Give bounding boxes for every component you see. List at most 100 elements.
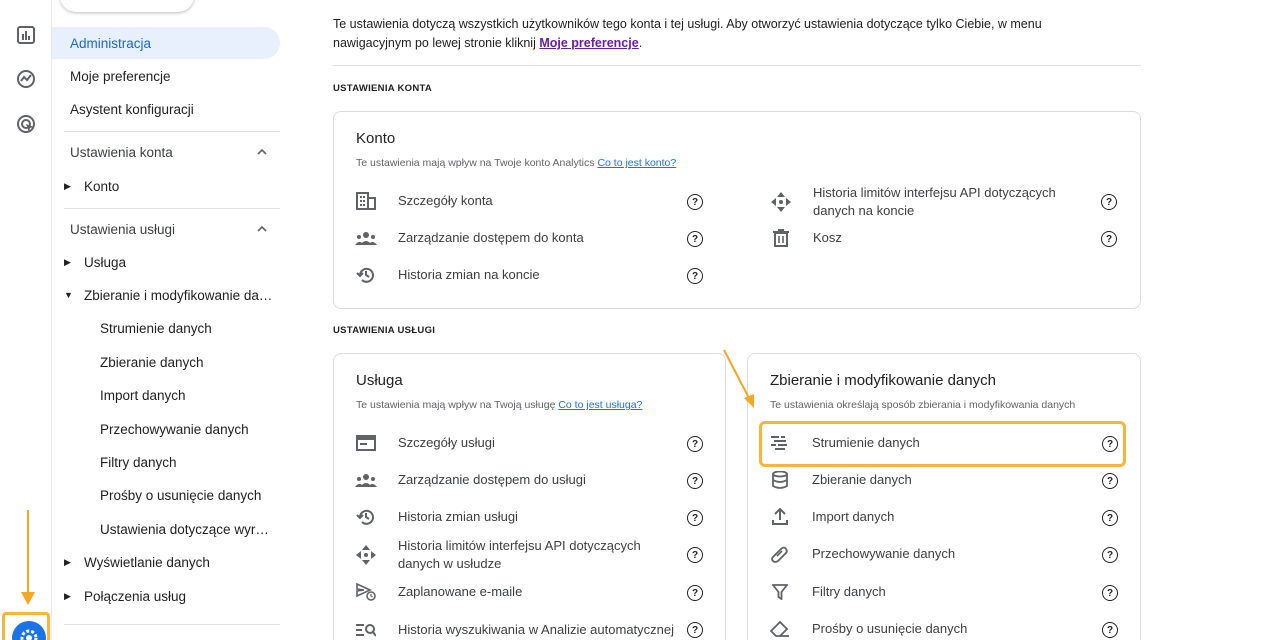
help-icon[interactable]: ?: [1102, 622, 1118, 638]
nav-sub-expression[interactable]: Ustawienia dotyczące wyrażeń: [52, 513, 280, 545]
caret-right-icon: ▶: [64, 180, 71, 191]
explore-icon[interactable]: [14, 67, 38, 91]
help-icon[interactable]: ?: [687, 510, 703, 526]
nav-display-label: Wyświetlanie danych: [84, 554, 210, 570]
help-icon[interactable]: ?: [1101, 194, 1117, 210]
scheduled-emails-row[interactable]: Zaplanowane e-maile: [354, 577, 522, 607]
help-icon[interactable]: ?: [687, 268, 703, 284]
row-label: Prośby o usunięcie danych: [812, 621, 968, 636]
property-details-row[interactable]: Szczegóły usługi: [354, 428, 495, 458]
advertising-icon[interactable]: [14, 112, 38, 136]
data-retention-row[interactable]: Przechowywanie danych: [768, 539, 955, 569]
data-collection-card-title: Zbieranie i modyfikowanie danych: [770, 372, 996, 389]
account-access-row[interactable]: Zarządzanie dostępem do konta: [354, 223, 584, 253]
nav-account-section[interactable]: Ustawienia konta: [52, 136, 280, 168]
row-label: Zbieranie danych: [812, 472, 912, 487]
reports-icon[interactable]: [14, 23, 38, 47]
nav-property-label: Usługa: [84, 254, 127, 270]
history-icon: [354, 505, 378, 529]
help-icon[interactable]: ?: [687, 436, 703, 452]
nav-prefs[interactable]: Moje preferencje: [52, 60, 280, 92]
row-label: Filtry danych: [812, 584, 886, 599]
row-label: Historia limitów interfejsu API dotycząc…: [398, 538, 641, 571]
data-import-row[interactable]: Import danych: [768, 502, 894, 532]
help-icon[interactable]: ?: [687, 473, 703, 489]
gear-icon: [20, 629, 38, 640]
admin-gear-button[interactable]: [12, 621, 46, 640]
row-label: Szczegóły konta: [398, 193, 493, 208]
data-collection-row[interactable]: Zbieranie danych: [768, 465, 912, 495]
nav-sub-retention[interactable]: Przechowywanie danych: [52, 413, 280, 445]
nav-property-section[interactable]: Ustawienia usługi: [52, 213, 280, 245]
retention-icon: [768, 542, 792, 566]
help-icon[interactable]: ?: [1101, 231, 1117, 247]
row-label: Import danych: [812, 509, 895, 524]
database-icon: [768, 468, 792, 492]
intro-text-body: Te ustawienia dotyczą wszystkich użytkow…: [333, 17, 1042, 50]
help-icon[interactable]: ?: [1102, 510, 1118, 526]
insights-search-history-row[interactable]: Historia wyszukiwania w Analizie automat…: [354, 610, 678, 640]
nav-sub-deletion[interactable]: Prośby o usunięcie danych: [52, 479, 280, 511]
row-label: Historia zmian na koncie: [398, 267, 540, 282]
property-api-history-row[interactable]: Historia limitów interfejsu API dotycząc…: [354, 535, 678, 575]
nav-property[interactable]: ▶ Usługa: [52, 246, 280, 278]
what-is-account-link[interactable]: Co to jest konto?: [597, 157, 676, 169]
account-history-row[interactable]: Historia zmian na koncie: [354, 260, 540, 290]
nav-sub-streams[interactable]: Strumienie danych: [52, 312, 280, 344]
property-settings-header: USTAWIENIA USŁUGI: [333, 325, 436, 336]
top-chip[interactable]: [60, 0, 194, 12]
nav-sub-label: Zbieranie danych: [100, 354, 204, 370]
divider: [64, 624, 280, 625]
nav-property-section-label: Ustawienia usługi: [70, 221, 176, 237]
property-history-row[interactable]: Historia zmian usługi: [354, 502, 518, 532]
arrow-diagonal-icon: [723, 349, 754, 408]
help-icon[interactable]: ?: [687, 547, 703, 563]
account-settings-header: USTAWIENIA KONTA: [333, 83, 433, 94]
chevron-up-icon: [257, 148, 267, 155]
property-access-row[interactable]: Zarządzanie dostępem do usługi: [354, 465, 586, 495]
help-icon[interactable]: ?: [687, 585, 703, 601]
nav-account[interactable]: ▶ Konto: [52, 170, 280, 202]
nav-sub-import[interactable]: Import danych: [52, 379, 280, 411]
nav-collect-label: Zbieranie i modyfikowanie danych: [84, 287, 274, 303]
nav-account-label: Konto: [84, 178, 120, 194]
help-icon[interactable]: ?: [687, 231, 703, 247]
data-filters-row[interactable]: Filtry danych: [768, 577, 886, 607]
help-icon[interactable]: ?: [687, 622, 703, 638]
what-is-property-link[interactable]: Co to jest usługa?: [558, 399, 642, 411]
help-icon[interactable]: ?: [1102, 473, 1118, 489]
nav-display[interactable]: ▶ Wyświetlanie danych: [52, 546, 280, 578]
arrow-down-icon: [21, 510, 35, 605]
nav-admin[interactable]: Administracja: [52, 27, 280, 59]
nav-account-section-label: Ustawienia konta: [70, 144, 173, 160]
property-card-subtitle: Te ustawienia mają wpływ na Twoją usługę…: [356, 399, 642, 411]
row-label: Przechowywanie danych: [812, 546, 956, 561]
chevron-up-icon: [257, 225, 267, 232]
divider: [333, 65, 1141, 66]
nav-assistant[interactable]: Asystent konfiguracji: [52, 93, 280, 125]
admin-sidebar: Administracja Moje preferencje Asystent …: [52, 0, 292, 640]
property-card-subtitle-text: Te ustawienia mają wpływ na Twoją usługę: [356, 399, 559, 411]
data-deletion-row[interactable]: Prośby o usunięcie danych: [768, 614, 967, 640]
building-icon: [354, 189, 378, 213]
account-api-history-row[interactable]: Historia limitów interfejsu API dotycząc…: [769, 182, 1083, 222]
account-trash-row[interactable]: Kosz: [769, 223, 842, 253]
nav-links[interactable]: ▶ Połączenia usług: [52, 580, 280, 612]
nav-sub-label: Import danych: [100, 387, 186, 403]
nav-sub-label: Przechowywanie danych: [100, 421, 249, 437]
divider: [64, 208, 280, 209]
nav-sub-label: Ustawienia dotyczące wyrażeń: [100, 521, 272, 537]
nav-sub-label: Prośby o usunięcie danych: [100, 487, 262, 503]
help-icon[interactable]: ?: [1102, 585, 1118, 601]
my-preferences-link[interactable]: Moje preferencje: [539, 36, 638, 50]
move-arrows-icon: [769, 190, 793, 214]
nav-collect[interactable]: ▼ Zbieranie i modyfikowanie danych: [52, 279, 280, 311]
nav-sub-filters[interactable]: Filtry danych: [52, 446, 280, 478]
nav-links-label: Połączenia usług: [84, 588, 187, 604]
property-card-title: Usługa: [356, 372, 403, 389]
account-card-subtitle: Te ustawienia mają wpływ na Twoje konto …: [356, 157, 676, 169]
help-icon[interactable]: ?: [687, 194, 703, 210]
account-details-row[interactable]: Szczegóły konta: [354, 186, 493, 216]
nav-sub-collection[interactable]: Zbieranie danych: [52, 346, 280, 378]
help-icon[interactable]: ?: [1102, 547, 1118, 563]
